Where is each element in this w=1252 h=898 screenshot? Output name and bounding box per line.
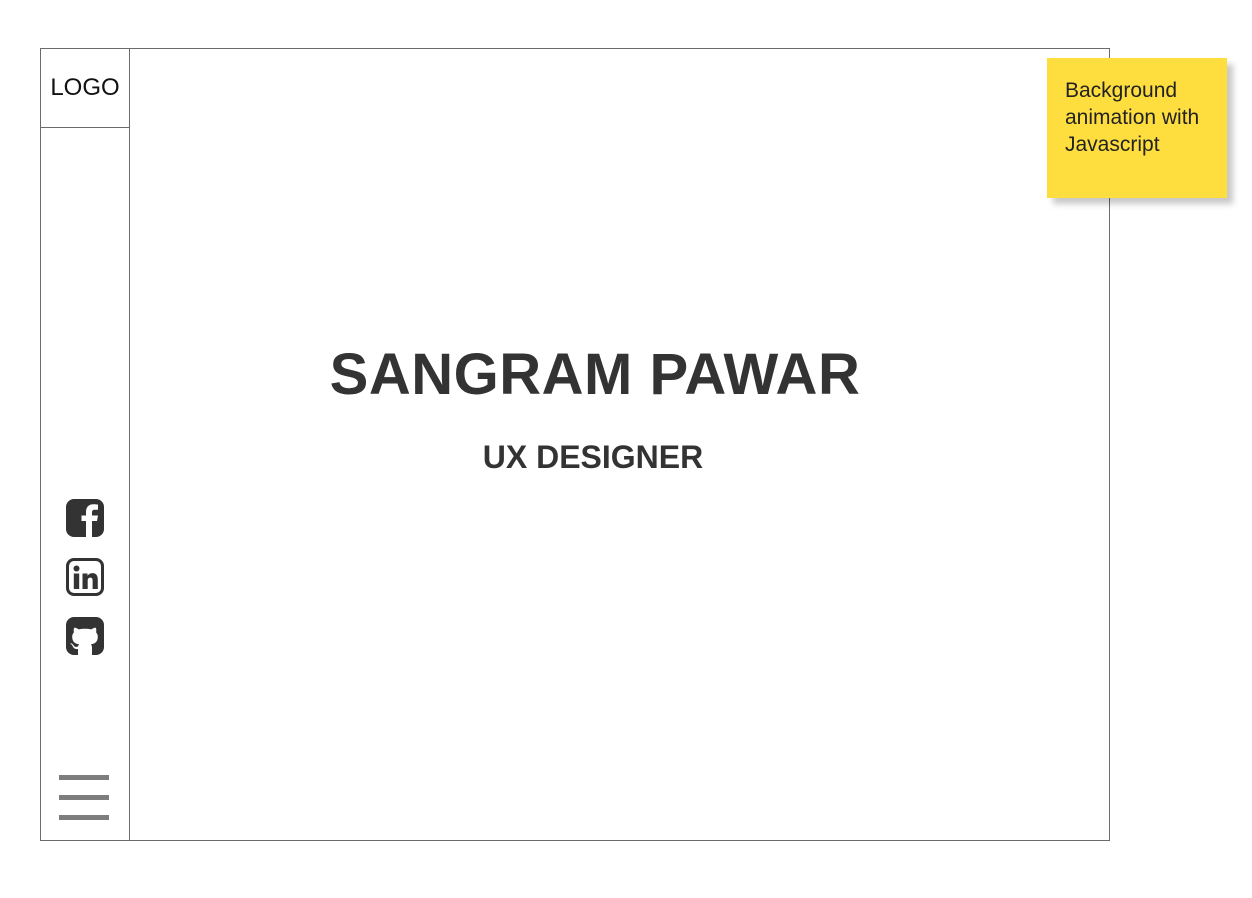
menu-line (59, 815, 109, 820)
sidebar: LOGO (41, 49, 130, 840)
logo[interactable]: LOGO (41, 49, 129, 128)
facebook-link[interactable] (65, 498, 105, 538)
wireframe-frame: LOGO SANGRAM PAWAR UX DESIGNER (40, 48, 1110, 841)
hero-name: SANGRAM PAWAR (329, 342, 861, 407)
github-icon (66, 617, 104, 655)
github-link[interactable] (65, 616, 105, 656)
facebook-icon (66, 499, 104, 537)
hero-section: SANGRAM PAWAR UX DESIGNER (130, 49, 1109, 840)
logo-text: LOGO (50, 74, 120, 101)
menu-line (59, 795, 109, 800)
linkedin-icon (66, 558, 104, 596)
menu-line (59, 775, 109, 780)
hamburger-menu-button[interactable] (59, 773, 111, 823)
hero-role: UX DESIGNER (482, 439, 704, 475)
linkedin-link[interactable] (65, 557, 105, 597)
annotation-sticky-note: Background animation with Javascript (1047, 58, 1227, 198)
